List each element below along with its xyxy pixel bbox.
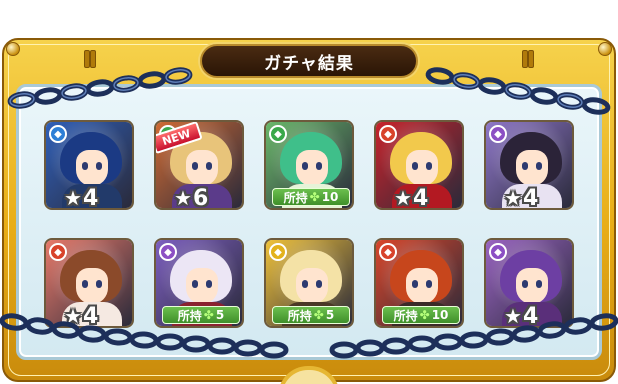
rarity-value: 4: [82, 304, 99, 328]
character-face: [516, 268, 548, 304]
character-eye: [522, 162, 528, 170]
owned-count-badge: 所持 ✤ 10: [382, 306, 460, 324]
clover-icon: ✤: [203, 308, 214, 322]
frame-bolt: [598, 42, 612, 56]
character-face: [186, 268, 218, 304]
light-icon: ◆: [269, 243, 287, 261]
title-plate: ガチャ結果: [200, 44, 418, 78]
rarity-value: 4: [412, 186, 429, 210]
rarity-stars: ★ 4: [394, 186, 429, 210]
character-face: [296, 150, 328, 186]
clover-icon: ✤: [309, 190, 320, 204]
dark-icon: ◆: [489, 125, 507, 143]
rarity-value: 4: [522, 186, 539, 210]
character-face: [186, 150, 218, 186]
frame-bolt: [6, 42, 20, 56]
character-eye: [82, 280, 88, 288]
clover-icon: ✤: [419, 308, 430, 322]
character-eye: [96, 280, 102, 288]
fire-icon: ◆: [49, 243, 67, 261]
character-eye: [82, 162, 88, 170]
character-card[interactable]: ◆ ★ 4: [484, 238, 574, 328]
owned-count: 5: [325, 308, 335, 322]
character-eye: [412, 162, 418, 170]
character-card[interactable]: ◆ ★ 4: [374, 120, 464, 210]
character-card[interactable]: ◆ 所持 ✤ 5: [264, 238, 354, 328]
rarity-stars: ★ 6: [174, 186, 209, 210]
fire-icon: ◆: [379, 243, 397, 261]
rarity-value: 6: [192, 186, 209, 210]
character-eye: [316, 162, 322, 170]
owned-count-badge: 所持 ✤ 5: [162, 306, 240, 324]
character-eye: [192, 280, 198, 288]
character-eye: [96, 162, 102, 170]
dark-icon: ◆: [159, 243, 177, 261]
character-eye: [302, 162, 308, 170]
owned-count: 5: [215, 308, 225, 322]
owned-count: 10: [431, 308, 449, 322]
character-face: [406, 150, 438, 186]
owned-count: 10: [321, 190, 339, 204]
character-card[interactable]: ◆ ★ 4: [44, 238, 134, 328]
character-eye: [192, 162, 198, 170]
character-eye: [426, 280, 432, 288]
owned-label: 所持: [283, 190, 308, 205]
frame-slot: [90, 50, 96, 68]
character-eye: [536, 162, 542, 170]
rarity-stars: ★ 4: [504, 186, 539, 210]
owned-count-badge: 所持 ✤ 5: [272, 306, 350, 324]
character-eye: [522, 280, 528, 288]
character-card[interactable]: ◆ 所持 ✤ 5: [154, 238, 244, 328]
gacha-result-dialog: ガチャ結果 ◆ ★4 ◆ NEW ★6 ◆ 所持✤10: [0, 0, 618, 384]
owned-label: 所持: [287, 308, 312, 323]
rarity-value: 4: [82, 186, 99, 210]
owned-label: 所持: [393, 308, 418, 323]
clover-icon: ✤: [313, 308, 324, 322]
character-eye: [426, 162, 432, 170]
character-card[interactable]: ◆ 所持 ✤ 10: [374, 238, 464, 328]
character-face: [516, 150, 548, 186]
rarity-value: 4: [522, 304, 539, 328]
dark-icon: ◆: [489, 243, 507, 261]
frame-slot: [528, 50, 534, 68]
rarity-stars: ★ 4: [504, 304, 539, 328]
character-card[interactable]: ◆ NEW ★6: [154, 120, 244, 210]
character-eye: [302, 280, 308, 288]
character-eye: [536, 280, 542, 288]
character-card[interactable]: ◆ 所持 ✤ 10: [264, 120, 354, 210]
character-face: [296, 268, 328, 304]
character-eye: [206, 162, 212, 170]
dialog-title: ガチャ結果: [264, 53, 354, 74]
water-icon: ◆: [49, 125, 67, 143]
character-card[interactable]: ◆ ★ 4: [44, 120, 134, 210]
character-eye: [206, 280, 212, 288]
owned-label: 所持: [177, 308, 202, 323]
owned-count-badge: 所持 ✤ 10: [272, 188, 350, 206]
character-face: [76, 150, 108, 186]
character-face: [406, 268, 438, 304]
character-eye: [412, 280, 418, 288]
fire-icon: ◆: [379, 125, 397, 143]
character-face: [76, 268, 108, 304]
character-eye: [316, 280, 322, 288]
character-card[interactable]: ◆ ★ 4: [484, 120, 574, 210]
rarity-stars: ★ 4: [64, 186, 99, 210]
wood-icon: ◆: [269, 125, 287, 143]
rarity-stars: ★ 4: [64, 304, 99, 328]
